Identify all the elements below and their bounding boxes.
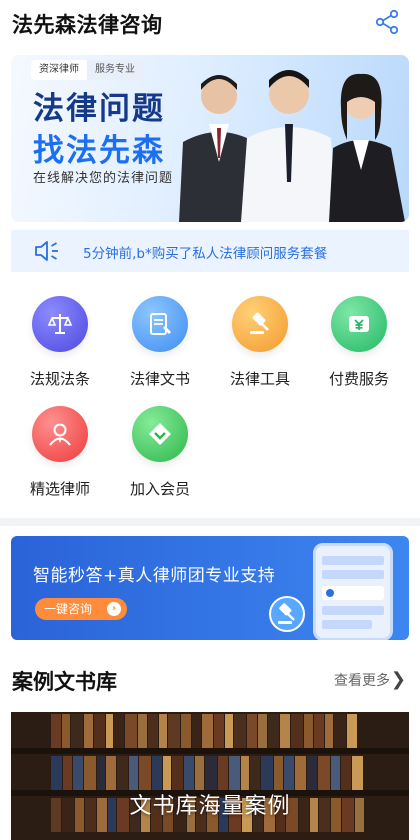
service-tools[interactable]: 法律工具 bbox=[210, 296, 310, 389]
chat-screen-icon bbox=[322, 556, 384, 629]
promo-title: 智能秒答+真人律师团专业支持 bbox=[33, 566, 276, 586]
service-membership[interactable]: 加入会员 bbox=[110, 406, 210, 499]
library-banner[interactable]: 文书库海量案例 bbox=[11, 712, 409, 840]
share-icon[interactable] bbox=[374, 9, 400, 35]
service-tools-circle bbox=[232, 296, 288, 352]
bookshelf-row-middle bbox=[51, 756, 369, 790]
service-lawyers[interactable]: 精选律师 bbox=[10, 406, 110, 499]
page-title: 法先森法律咨询 bbox=[12, 13, 163, 37]
yuan-icon bbox=[349, 316, 369, 332]
service-tools-label: 法律工具 bbox=[229, 370, 290, 388]
consult-button-label: 一键咨询 bbox=[44, 602, 93, 616]
library-caption: 文书库海量案例 bbox=[129, 794, 291, 819]
document-icon bbox=[150, 313, 171, 335]
scales-icon bbox=[47, 314, 73, 334]
gavel-badge-icon bbox=[269, 596, 305, 632]
phone-illustration bbox=[313, 543, 393, 640]
service-lawyers-circle bbox=[32, 406, 88, 462]
lawyer-icon bbox=[49, 423, 71, 446]
hero-headline-2: 找法先森 bbox=[33, 133, 165, 169]
service-regulations-circle bbox=[32, 296, 88, 352]
tag-professional-service: 服务专业 bbox=[87, 60, 143, 80]
promo-banner[interactable]: 智能秒答+真人律师团专业支持 一键咨询 › bbox=[11, 536, 409, 640]
case-library-title: 案例文书库 bbox=[12, 670, 117, 694]
arrow-right-icon: › bbox=[107, 602, 121, 616]
service-paid-label: 付费服务 bbox=[328, 370, 389, 388]
service-documents-label: 法律文书 bbox=[129, 370, 190, 388]
section-divider bbox=[0, 518, 420, 526]
vip-icon bbox=[149, 423, 171, 445]
service-membership-label: 加入会员 bbox=[129, 480, 190, 498]
tag-senior-lawyer: 资深律师 bbox=[31, 60, 87, 80]
shelf-board-top bbox=[11, 748, 409, 754]
hero-banner[interactable]: 资深律师 服务专业 法律问题 找法先森 在线解决您的法律问题 bbox=[11, 55, 409, 222]
service-regulations-label: 法规法条 bbox=[29, 370, 90, 388]
service-paid-circle bbox=[331, 296, 387, 352]
hero-headline-1: 法律问题 bbox=[33, 91, 165, 127]
service-lawyers-label: 精选律师 bbox=[29, 480, 90, 498]
chevron-right-icon[interactable]: ❯ bbox=[391, 669, 406, 690]
notice-text: 5分钟前,b*购买了私人法律顾问服务套餐 bbox=[83, 246, 328, 262]
speaker-icon bbox=[35, 241, 58, 261]
app-header: 法先森法律咨询 bbox=[0, 0, 420, 46]
view-more-link[interactable]: 查看更多 bbox=[334, 670, 390, 690]
hero-subtitle: 在线解决您的法律问题 bbox=[33, 171, 174, 186]
case-library-header: 案例文书库 查看更多 ❯ bbox=[0, 660, 420, 700]
bookshelf-row-top bbox=[51, 714, 369, 748]
service-paid[interactable]: 付费服务 bbox=[309, 296, 409, 389]
lawyers-illustration bbox=[179, 70, 405, 222]
service-membership-circle bbox=[132, 406, 188, 462]
service-regulations[interactable]: 法规法条 bbox=[10, 296, 110, 389]
service-documents[interactable]: 法律文书 bbox=[110, 296, 210, 389]
consult-button[interactable]: 一键咨询 › bbox=[35, 598, 127, 620]
hero-tags: 资深律师 服务专业 bbox=[31, 60, 143, 80]
service-documents-circle bbox=[132, 296, 188, 352]
gavel-icon bbox=[250, 312, 269, 334]
notice-bar[interactable]: 5分钟前,b*购买了私人法律顾问服务套餐 bbox=[11, 230, 409, 272]
